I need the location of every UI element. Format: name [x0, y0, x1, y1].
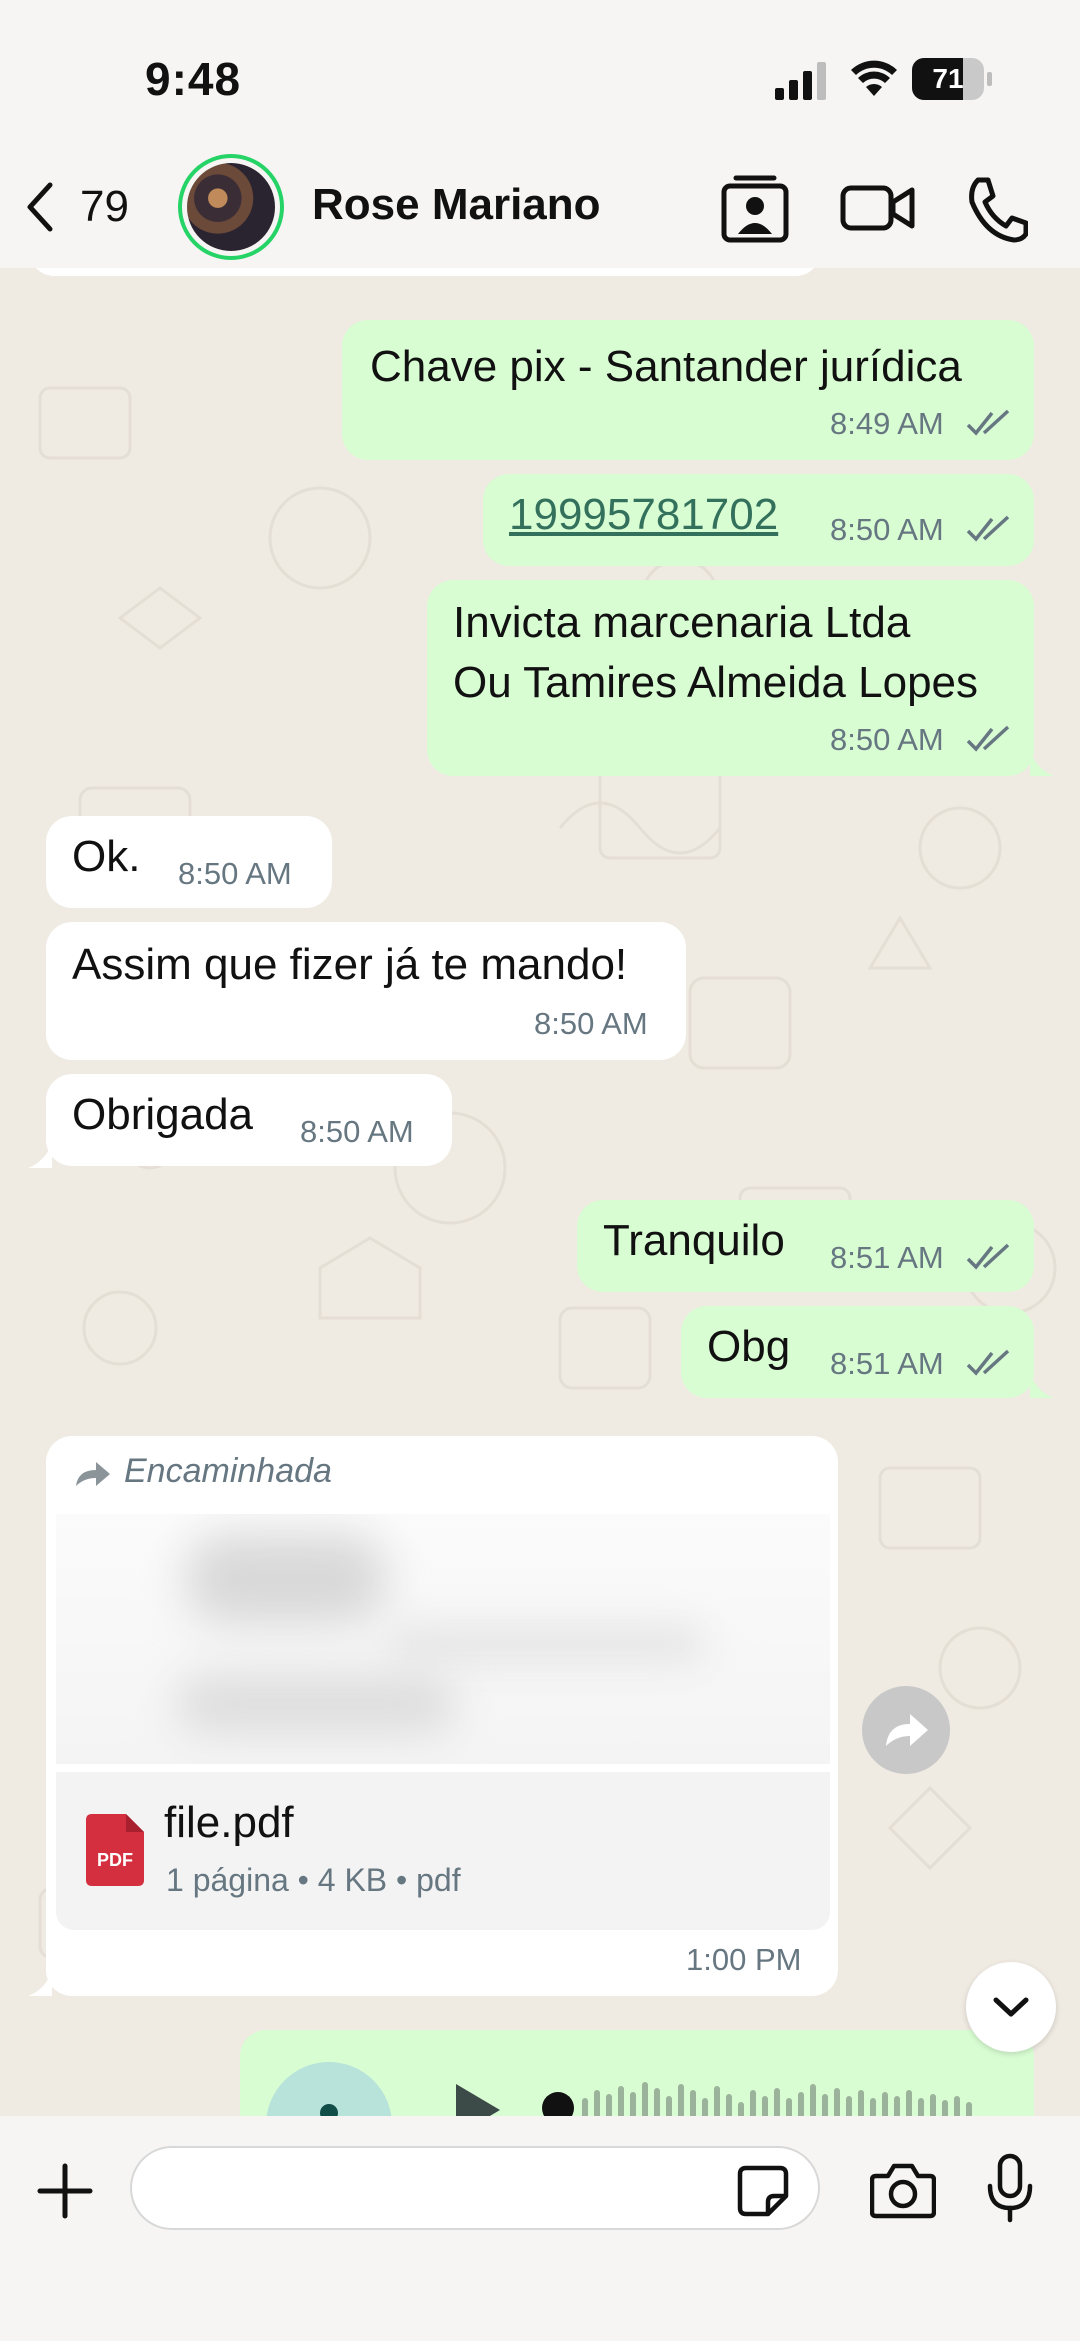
message-time: 8:51 AM	[830, 1346, 944, 1381]
scroll-to-bottom-button[interactable]	[966, 1962, 1056, 2052]
microphone-icon[interactable]	[986, 2152, 1034, 2224]
battery-level: 71	[932, 63, 964, 94]
message-input[interactable]	[130, 2146, 820, 2230]
message-bubble-outgoing[interactable]: Chave pix - Santander jurídica 8:49 AM	[342, 320, 1034, 460]
read-receipt-icon	[966, 1349, 1010, 1376]
chevron-down-icon	[993, 1997, 1029, 2017]
bubble-tail	[28, 1144, 52, 1168]
message-time: 8:50 AM	[300, 1114, 414, 1149]
camera-icon[interactable]	[870, 2160, 936, 2220]
sticker-icon[interactable]	[736, 2164, 790, 2218]
bubble-tail	[1030, 1374, 1054, 1398]
forward-button[interactable]	[862, 1686, 950, 1774]
forwarded-label: Encaminhada	[124, 1452, 332, 1490]
message-text: Ok.	[72, 832, 141, 881]
pdf-file-icon: PDF	[86, 1814, 144, 1886]
message-text: Obrigada	[72, 1090, 254, 1139]
phone-icon[interactable]	[964, 172, 1028, 244]
read-receipt-icon	[966, 725, 1010, 752]
message-text-line: Ou Tamires Almeida Lopes	[453, 658, 979, 707]
message-bubble-partial	[30, 268, 820, 276]
message-bubble-incoming[interactable]: Ok. 8:50 AM	[46, 816, 332, 908]
message-bubble-outgoing[interactable]: 19995781702 8:50 AM	[483, 474, 1034, 566]
message-time: 8:51 AM	[830, 1240, 944, 1275]
back-button[interactable]: 79	[20, 172, 129, 242]
wifi-icon	[851, 60, 897, 96]
message-text: Tranquilo	[603, 1216, 785, 1265]
video-call-icon[interactable]	[840, 172, 916, 244]
phone-number-link[interactable]: 19995781702	[509, 490, 778, 540]
message-time: 8:50 AM	[178, 856, 292, 891]
file-name: file.pdf	[164, 1798, 294, 1847]
message-time: 1:00 PM	[686, 1942, 802, 1977]
message-bubble-incoming[interactable]: Obrigada 8:50 AM	[46, 1074, 452, 1166]
play-icon[interactable]	[452, 2082, 502, 2116]
message-text: Assim que fizer já te mando!	[72, 940, 628, 989]
message-bubble-incoming[interactable]: Assim que fizer já te mando! 8:50 AM	[46, 922, 686, 1060]
cellular-signal-icon	[775, 62, 826, 100]
read-receipt-icon	[966, 409, 1010, 436]
message-bubble-outgoing[interactable]: Tranquilo 8:51 AM	[577, 1200, 1034, 1292]
message-bubble-outgoing[interactable]: Invicta marcenaria Ltda Ou Tamires Almei…	[427, 580, 1034, 776]
message-text: Obg	[707, 1322, 791, 1371]
bubble-tail	[28, 1972, 52, 1996]
audio-waveform[interactable]	[538, 2068, 988, 2116]
chat-area[interactable]: Chave pix - Santander jurídica 8:49 AM 1…	[0, 268, 1080, 2116]
chevron-left-icon	[27, 182, 53, 232]
contact-card-icon[interactable]	[720, 172, 790, 244]
battery-icon: 71	[912, 58, 992, 100]
svg-text:PDF: PDF	[97, 1850, 133, 1870]
contact-name[interactable]: Rose Mariano	[312, 180, 601, 230]
message-input-bar	[0, 2116, 1080, 2341]
message-time: 8:50 AM	[830, 512, 944, 547]
forwarded-arrow-icon	[76, 1462, 110, 1486]
audio-avatar-dot	[320, 2104, 338, 2116]
message-text: Chave pix - Santander jurídica	[370, 342, 962, 391]
chat-header: 79 Rose Mariano	[0, 150, 1080, 268]
status-bar: 9:48 71	[0, 0, 1080, 150]
message-time: 8:49 AM	[830, 406, 944, 441]
message-time: 8:50 AM	[830, 722, 944, 757]
plus-icon[interactable]	[36, 2162, 94, 2220]
contact-avatar[interactable]	[178, 154, 284, 260]
unread-count: 79	[80, 182, 129, 231]
read-receipt-icon	[966, 1243, 1010, 1270]
message-text-line: Invicta marcenaria Ltda	[453, 598, 911, 647]
file-meta: 1 página • 4 KB • pdf	[166, 1862, 461, 1898]
message-bubble-outgoing[interactable]: Obg 8:51 AM	[681, 1306, 1034, 1398]
forward-arrow-icon	[886, 1714, 928, 1746]
bubble-tail	[1030, 752, 1054, 776]
status-time: 9:48	[145, 53, 242, 105]
file-preview-blurred[interactable]	[56, 1514, 830, 1764]
message-time: 8:50 AM	[534, 1006, 648, 1041]
read-receipt-icon	[966, 515, 1010, 542]
file-attachment[interactable]: PDF file.pdf 1 página • 4 KB • pdf	[56, 1772, 830, 1930]
